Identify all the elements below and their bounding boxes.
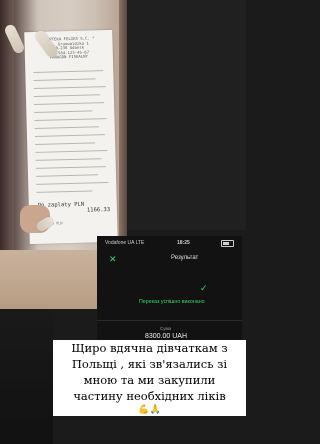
- clock: 18:25: [177, 240, 190, 246]
- caption-line: Щиро вдячна дівчаткам з: [71, 341, 228, 355]
- carrier-label: Vodafone UA LTE: [105, 240, 145, 246]
- receipt-item-line: [36, 190, 93, 193]
- receipt-item-line: [35, 166, 106, 169]
- receipt-item-line: [33, 78, 96, 81]
- dark-background: [0, 309, 53, 444]
- payment-screenshot: Vodafone UA LTE 18:25 ✕ Результат ✓ Пере…: [97, 236, 242, 354]
- receipt-total: 1166.33: [86, 207, 111, 214]
- receipt-item-line: [35, 142, 96, 145]
- receipt-item-line: [33, 94, 100, 97]
- receipt-item-line: [35, 150, 108, 153]
- screen-title: Результат: [171, 255, 199, 261]
- receipt-item-line: [36, 174, 99, 177]
- caption-box: Щиро вдячна дівчаткам з Польщі , які зв'…: [53, 340, 246, 416]
- receipt-item-line: [33, 70, 104, 73]
- receipt-item-line: [36, 182, 109, 185]
- check-icon: ✓: [200, 283, 208, 293]
- caption-line: частину необхідних ліків: [73, 389, 226, 403]
- receipt-item-line: [34, 126, 99, 129]
- close-icon[interactable]: ✕: [109, 255, 117, 264]
- divider: [97, 320, 242, 321]
- dark-background: [127, 0, 246, 230]
- caption-emoji: 💪🙏: [138, 405, 161, 415]
- amount-label: Сума: [160, 326, 172, 331]
- receipt-item-line: [34, 102, 105, 105]
- status-bar: Vodafone UA LTE 18:25: [97, 238, 242, 248]
- receipt-line: PARAGON FISKALNY: [49, 53, 89, 60]
- receipt-item-line: [35, 158, 102, 161]
- receipt-item-line: [33, 86, 106, 89]
- receipt-item-line: [34, 110, 93, 113]
- success-message: Переказ успішно виконано: [139, 299, 205, 305]
- receipt-item-line: [34, 118, 107, 121]
- receipt-item-line: [34, 134, 105, 137]
- caption-line: Польщі , які зв'язались зі: [71, 357, 228, 371]
- caption-line: мною та ми закупили: [83, 373, 216, 387]
- amount-value: 8300.00 UAH: [145, 333, 188, 340]
- battery-icon: [221, 240, 234, 247]
